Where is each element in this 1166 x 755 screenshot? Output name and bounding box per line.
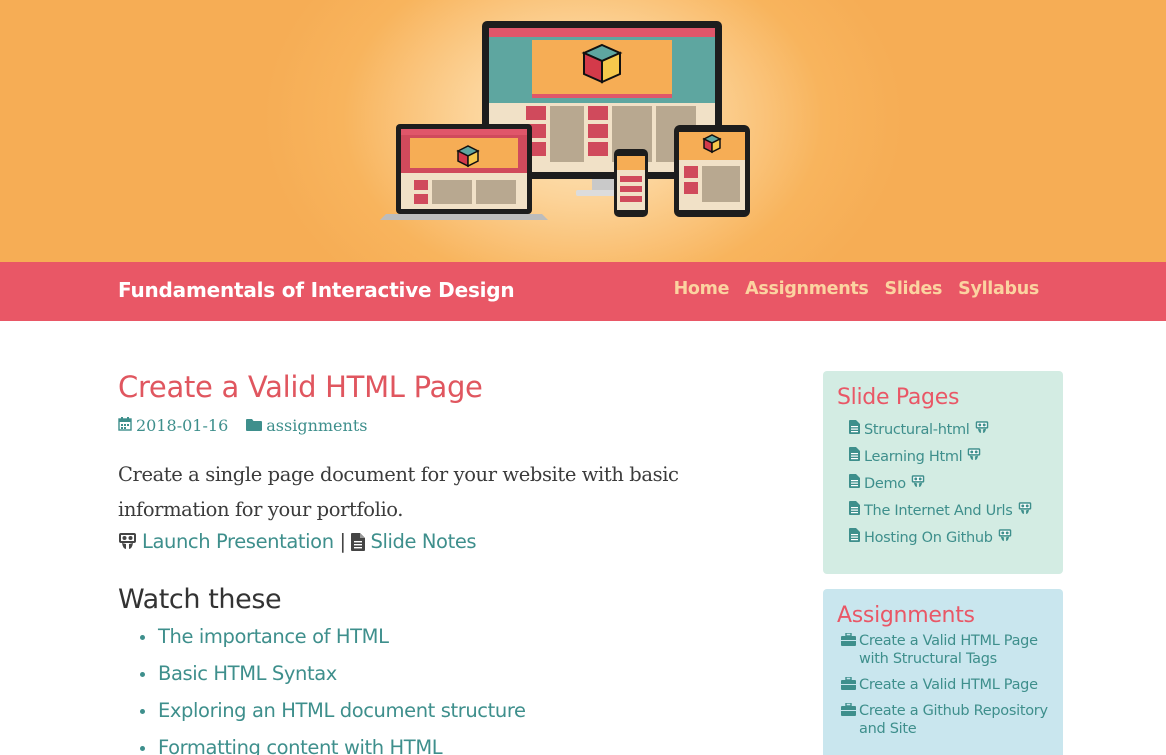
post-date: 2018-01-16 bbox=[136, 416, 229, 435]
list-item: Create a Github Repository and Site bbox=[837, 702, 1049, 738]
list-item: The importance of HTML bbox=[140, 623, 738, 660]
assignments-panel: Assignments Create a Valid HTML Page wit… bbox=[823, 589, 1063, 755]
post-content: Create a Valid HTML Page 2018-01-16 assi… bbox=[118, 370, 738, 755]
file-icon bbox=[849, 447, 860, 466]
briefcase-icon bbox=[841, 702, 856, 720]
briefcase-icon bbox=[841, 676, 856, 694]
slideshare-icon[interactable] bbox=[967, 447, 981, 467]
watch-link[interactable]: Formatting content with HTML bbox=[158, 736, 443, 755]
list-item: Create a Valid HTML Page bbox=[837, 676, 1049, 694]
responsive-devices-illustration bbox=[380, 21, 750, 220]
watch-heading: Watch these bbox=[118, 584, 282, 615]
briefcase-icon bbox=[841, 632, 856, 650]
watch-list: The importance of HTML Basic HTML Syntax… bbox=[118, 623, 738, 755]
category-link[interactable]: assignments bbox=[266, 416, 367, 435]
hero-banner bbox=[0, 0, 1166, 262]
nav-slides-link[interactable]: Slides bbox=[885, 279, 943, 299]
nav-assignments-link[interactable]: Assignments bbox=[745, 279, 869, 299]
file-icon bbox=[351, 530, 366, 560]
watch-link[interactable]: Basic HTML Syntax bbox=[158, 662, 337, 685]
link-separator: | bbox=[339, 530, 347, 553]
site-brand[interactable]: Fundamentals of Interactive Design bbox=[118, 278, 515, 302]
slide-pages-title: Slide Pages bbox=[837, 385, 960, 410]
launch-presentation-link[interactable]: Launch Presentation bbox=[142, 530, 334, 553]
slideshare-icon[interactable] bbox=[975, 420, 989, 440]
watch-link[interactable]: Exploring an HTML document structure bbox=[158, 699, 526, 722]
list-item: Structural-html bbox=[837, 416, 1049, 443]
post-description: Create a single page document for your w… bbox=[118, 463, 679, 521]
slide-pages-list: Structural-html Learning Html Demo The I… bbox=[837, 416, 1049, 551]
nav-links: Home Assignments Slides Syllabus bbox=[674, 279, 1040, 299]
list-item: Demo bbox=[837, 470, 1049, 497]
slideshare-icon[interactable] bbox=[911, 474, 925, 494]
nav-home-link[interactable]: Home bbox=[674, 279, 730, 299]
site-navbar: Fundamentals of Interactive Design Home … bbox=[0, 262, 1166, 321]
file-icon bbox=[849, 528, 860, 547]
slideshare-icon bbox=[118, 530, 137, 560]
page-title: Create a Valid HTML Page bbox=[118, 370, 483, 404]
watch-link[interactable]: The importance of HTML bbox=[158, 625, 389, 648]
assignments-title: Assignments bbox=[837, 603, 975, 628]
post-meta: 2018-01-16 assignments bbox=[118, 416, 738, 435]
slide-pages-panel: Slide Pages Structural-html Learning Htm… bbox=[823, 371, 1063, 574]
calendar-icon bbox=[118, 416, 132, 435]
nav-syllabus-link[interactable]: Syllabus bbox=[958, 279, 1039, 299]
assignments-list: Create a Valid HTML Page with Structural… bbox=[837, 632, 1049, 738]
slideshare-icon[interactable] bbox=[1018, 501, 1032, 521]
file-icon bbox=[849, 501, 860, 520]
slide-page-link[interactable]: Learning Html bbox=[864, 449, 963, 465]
presentation-links: Launch Presentation | Slide Notes bbox=[118, 527, 738, 560]
slideshare-icon[interactable] bbox=[998, 528, 1012, 548]
folder-icon bbox=[246, 416, 263, 435]
list-item: Hosting On Github bbox=[837, 524, 1049, 551]
list-item: Exploring an HTML document structure bbox=[140, 697, 738, 734]
list-item: Create a Valid HTML Page with Structural… bbox=[837, 632, 1049, 668]
slide-page-link[interactable]: Hosting On Github bbox=[864, 530, 993, 546]
slide-page-link[interactable]: Demo bbox=[864, 476, 906, 492]
file-icon bbox=[849, 474, 860, 493]
slide-page-link[interactable]: Structural-html bbox=[864, 422, 970, 438]
slide-notes-link[interactable]: Slide Notes bbox=[370, 530, 476, 553]
assignment-link[interactable]: Create a Valid HTML Page bbox=[859, 677, 1038, 693]
assignment-link[interactable]: Create a Github Repository and Site bbox=[859, 703, 1048, 737]
slide-page-link[interactable]: The Internet And Urls bbox=[864, 503, 1013, 519]
list-item: Formatting content with HTML bbox=[140, 734, 738, 755]
assignment-link[interactable]: Create a Valid HTML Page with Structural… bbox=[859, 633, 1038, 667]
list-item: Learning Html bbox=[837, 443, 1049, 470]
list-item: Basic HTML Syntax bbox=[140, 660, 738, 697]
file-icon bbox=[849, 420, 860, 439]
list-item: The Internet And Urls bbox=[837, 497, 1049, 524]
